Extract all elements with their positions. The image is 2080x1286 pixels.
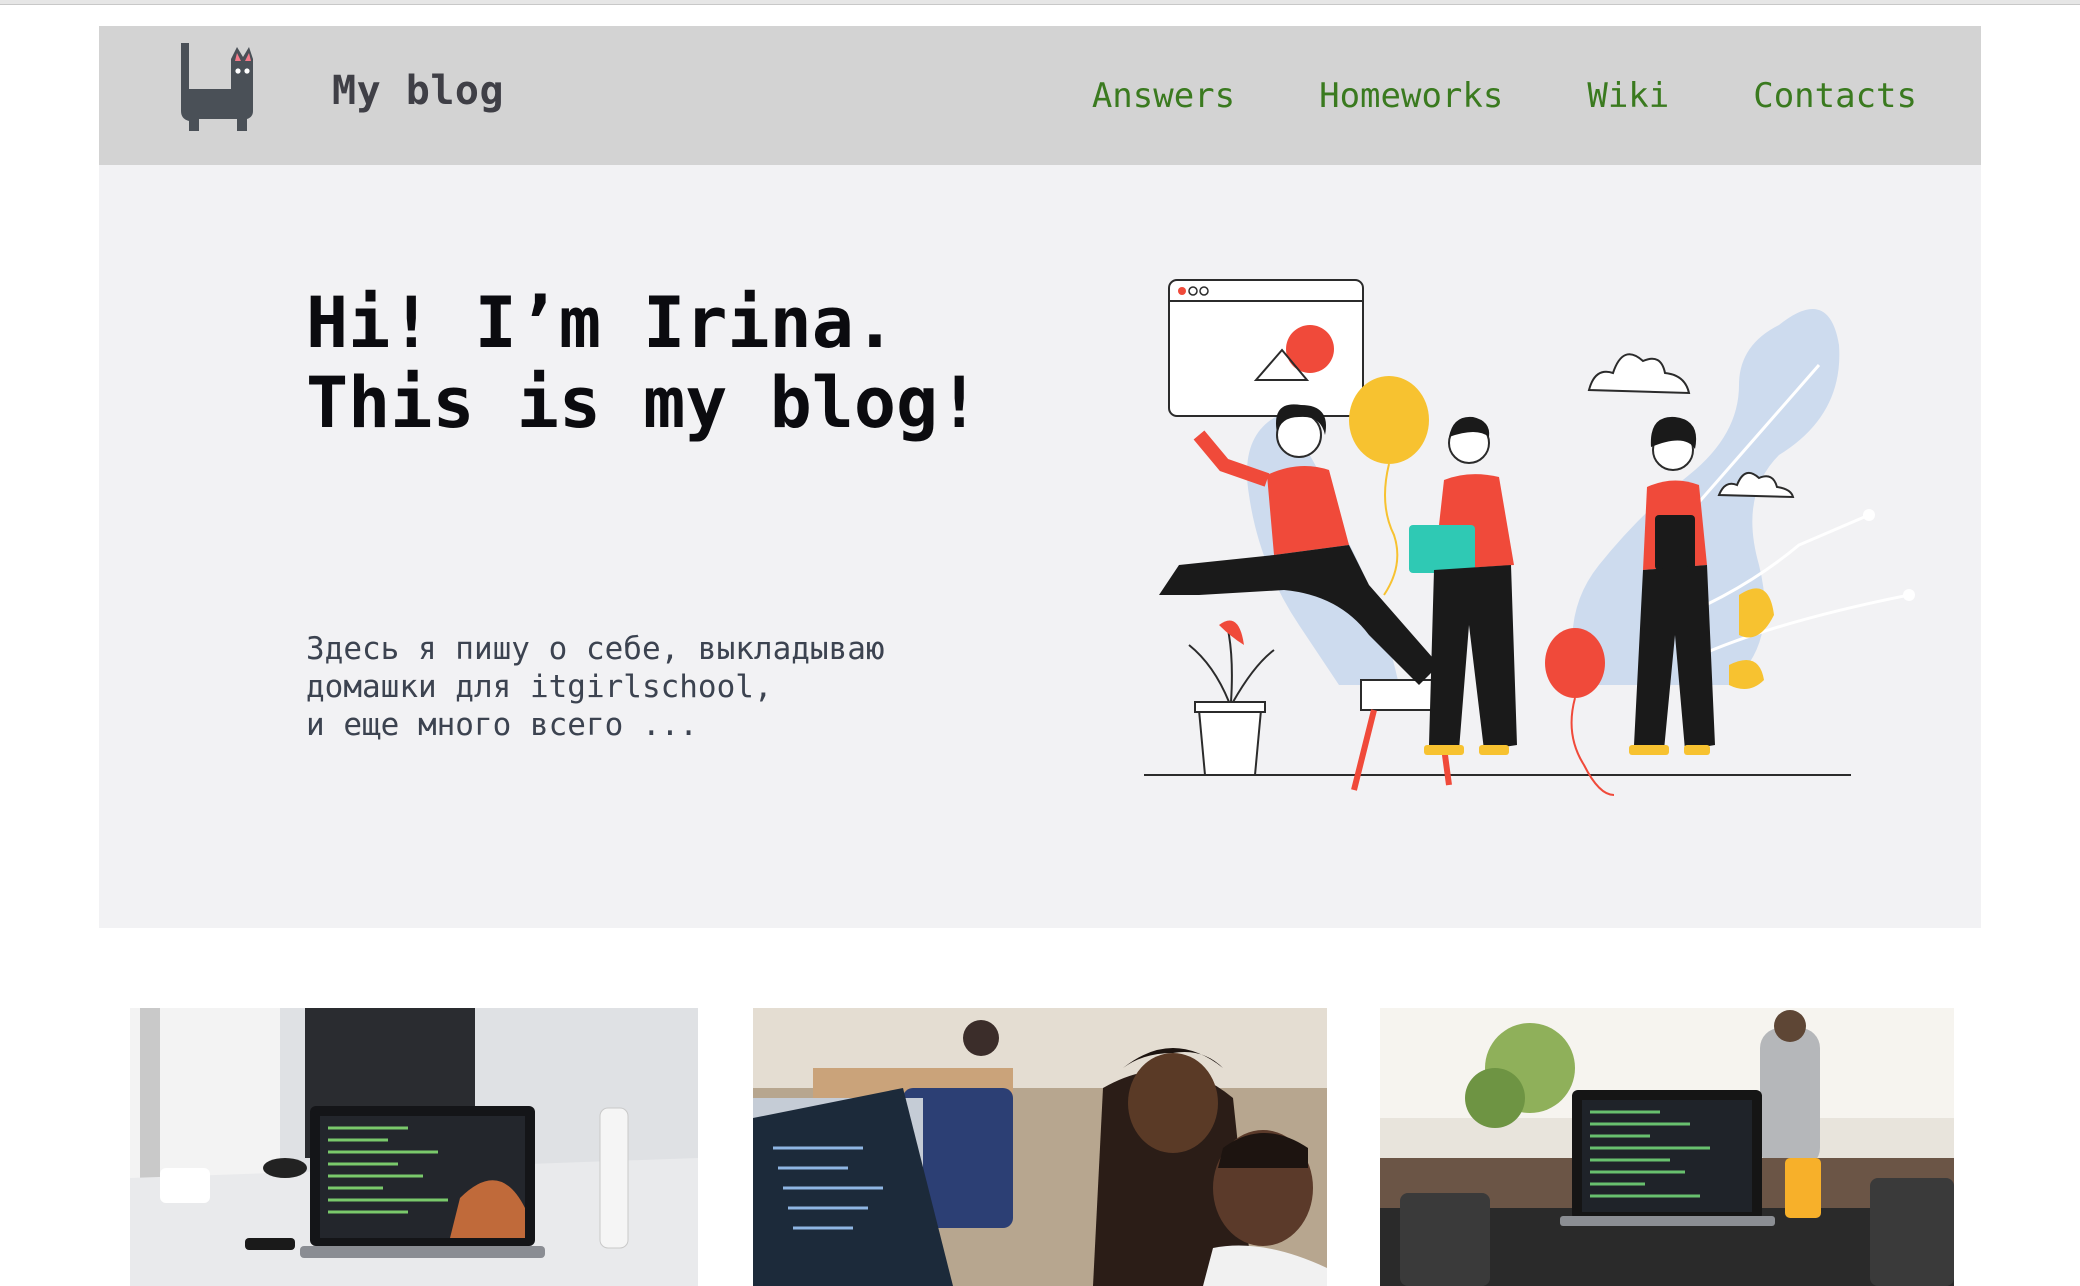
hero-title-line: This is my blog! <box>306 362 981 444</box>
hero-text-line: Здесь я пишу о себе, выкладываю <box>306 631 885 667</box>
nav-link-wiki[interactable]: Wiki <box>1587 76 1669 116</box>
laptop-desk-photo <box>130 1008 698 1286</box>
hero-section: Hi! I’m Irina. This is my blog! Здесь я … <box>99 165 1981 928</box>
main-nav: Answers Homeworks Wiki Contacts <box>1092 76 1917 116</box>
cat-logo-icon[interactable] <box>175 39 255 133</box>
post-card-coworking[interactable] <box>753 1008 1327 1286</box>
team-coding-photo <box>753 1008 1327 1286</box>
nav-link-contacts[interactable]: Contacts <box>1753 76 1917 116</box>
posts-grid <box>0 1008 2080 1286</box>
hero-text-line: домашки для itgirlschool, <box>306 669 773 705</box>
cafe-laptop-photo <box>1380 1008 1954 1286</box>
hero-text-line: и еще много всего ... <box>306 707 698 743</box>
post-card-cafe[interactable] <box>1380 1008 1954 1286</box>
team-illustration <box>1144 279 1915 796</box>
browser-top-edge <box>0 0 2080 5</box>
site-header: My blog Answers Homeworks Wiki Contacts <box>99 26 1981 165</box>
nav-link-homeworks[interactable]: Homeworks <box>1319 76 1503 116</box>
nav-link-answers[interactable]: Answers <box>1092 76 1235 116</box>
hero-title: Hi! I’m Irina. This is my blog! <box>306 283 980 443</box>
hero-intro-text: Здесь я пишу о себе, выкладываю домашки … <box>306 630 885 744</box>
site-title[interactable]: My blog <box>332 68 504 114</box>
hero-title-line: Hi! I’m Irina. <box>306 282 897 364</box>
post-card-workspace[interactable] <box>130 1008 698 1286</box>
